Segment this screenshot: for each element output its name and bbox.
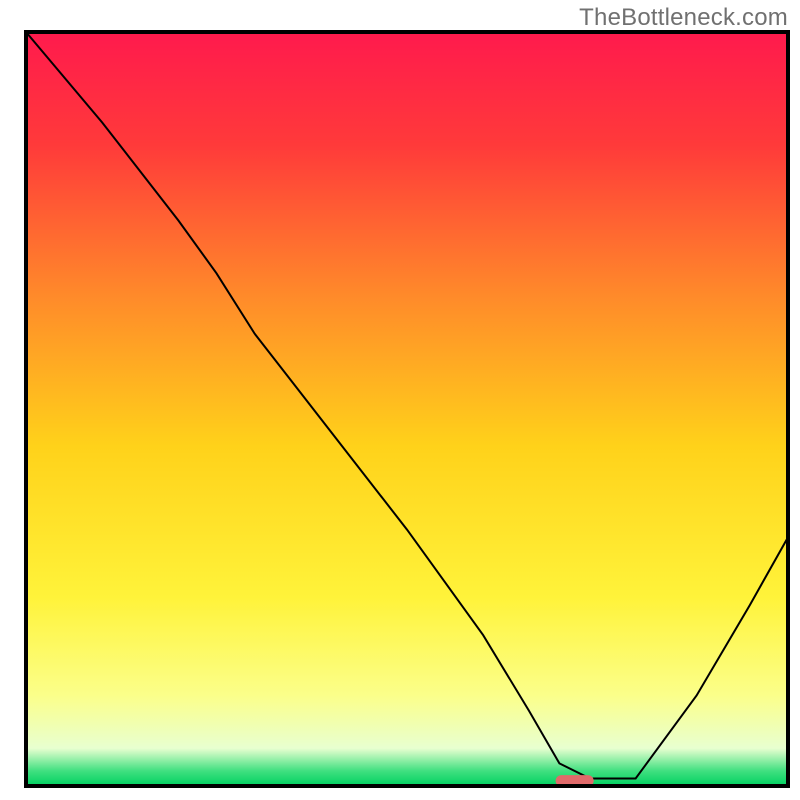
bottleneck-chart: TheBottleneck.com <box>0 0 800 800</box>
gradient-background <box>26 32 788 786</box>
chart-svg <box>0 0 800 800</box>
